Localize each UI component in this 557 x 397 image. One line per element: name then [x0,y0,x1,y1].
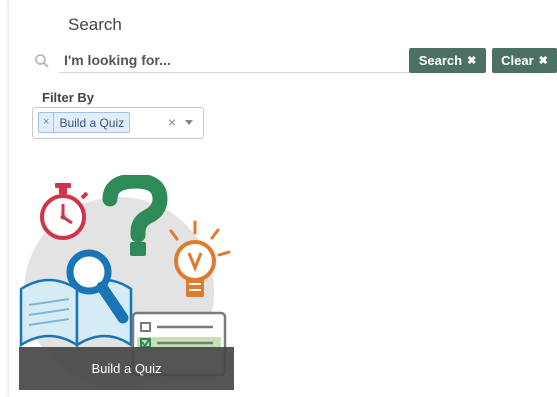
card-caption: Build a Quiz [19,347,234,390]
search-icon [35,54,49,68]
chip-remove-icon[interactable]: × [39,113,55,132]
stopwatch-icon [40,183,89,240]
search-button-label: Search [418,53,463,68]
search-input[interactable] [59,48,438,73]
chevron-down-icon[interactable] [185,120,193,125]
clear-button-label: Clear [501,53,534,68]
chip-label: Build a Quiz [59,115,125,130]
clear-button-x-icon: ✖ [538,55,548,67]
quiz-card[interactable]: Build a Quiz [19,175,234,390]
filter-clear-icon[interactable]: × [168,114,176,130]
search-button-x-icon: ✖ [467,55,477,67]
search-button[interactable]: Search ✖ [409,48,486,73]
search-title: Search [68,15,122,34]
filter-label: Filter By [42,90,95,105]
filter-select[interactable]: × Build a Quiz × [32,107,204,139]
search-row: Search ✖ Clear ✖ [32,48,557,78]
filter-chip: × Build a Quiz [38,112,131,133]
clear-button[interactable]: Clear ✖ [492,48,557,73]
